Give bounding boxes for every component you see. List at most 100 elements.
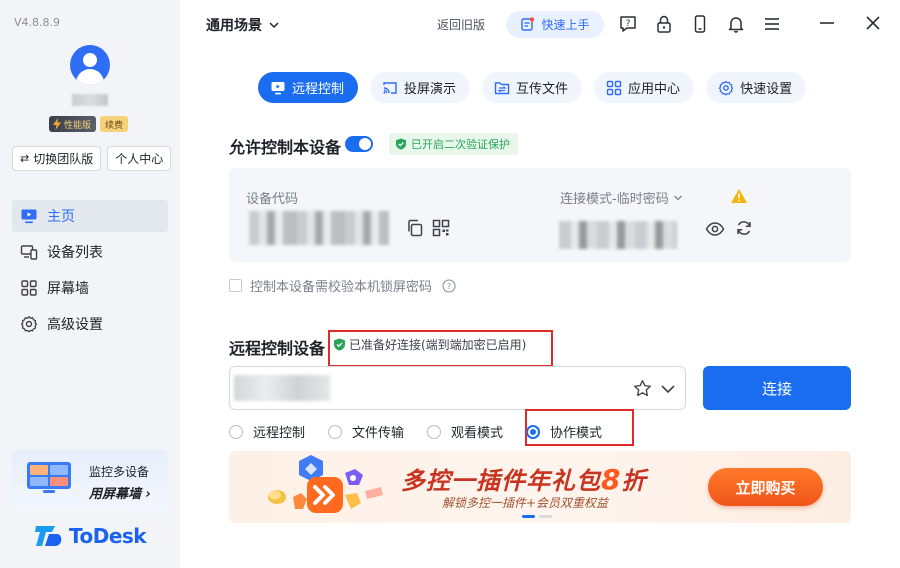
warning-icon[interactable] [730,188,748,204]
personal-center-button[interactable]: 个人中心 [107,146,172,171]
mobile-button[interactable] [689,13,711,35]
radio-dot[interactable] [427,424,442,439]
sidebar-item-devices[interactable]: 设备列表 [12,236,168,268]
svg-text:?: ? [447,282,451,291]
promo-banner[interactable]: 多控一插件年礼包8折 解锁多控一插件+会员双重权益 立即购买 [229,451,851,523]
performance-badge[interactable]: 性能版 [49,116,97,132]
connection-mode-dropdown[interactable]: 连接模式-临时密码 [560,188,683,207]
star-icon[interactable] [633,379,652,398]
avatar[interactable] [70,45,110,85]
menu-button[interactable] [761,13,783,35]
switch-team-button[interactable]: ⇄ 切换团队版 [12,146,102,171]
tab-quick-settings[interactable]: 快速设置 [706,72,807,103]
sidebar-item-label: 屏幕墙 [47,281,89,297]
tab-label: 应用中心 [628,82,681,97]
sidebar-item-label: 高级设置 [47,317,103,333]
username-blurred [72,94,108,106]
sidebar-item-advanced-settings[interactable]: 高级设置 [12,308,168,340]
remote-monitor-icon [271,81,285,94]
screen-wall-monitor-icon [27,462,71,493]
todesk-logo-icon [35,526,62,546]
cast-icon [383,81,397,94]
highlight-box-status [328,330,553,367]
radio-label: 文件传输 [352,426,405,441]
refresh-icon[interactable] [735,219,753,237]
tab-label: 远程控制 [292,82,345,97]
radio-dot[interactable] [229,424,243,439]
two-factor-badge: 已开启二次验证保护 [389,133,518,155]
grid-icon [21,280,37,296]
buy-now-button[interactable]: 立即购买 [708,468,823,506]
minimize-icon[interactable] [817,13,837,33]
bolt-icon [53,118,61,130]
switch-icon: ⇄ [20,152,30,165]
sidebar-item-label: 主页 [47,209,75,225]
window-controls [817,13,883,33]
back-to-old-version-link[interactable]: 返回旧版 [437,16,485,33]
allow-control-toggle[interactable] [345,136,373,152]
sidebar-item-home[interactable]: 主页 [12,200,168,232]
folder-transfer-icon [494,81,510,94]
lock-button[interactable] [653,13,675,35]
device-code-label: 设备代码 [246,192,299,207]
promo-line1: 监控多设备 [89,465,150,479]
tab-app-center[interactable]: 应用中心 [594,72,695,103]
close-icon[interactable] [863,13,883,33]
tab-screen-cast[interactable]: 投屏演示 [370,72,471,103]
device-code-blurred [249,211,389,245]
lock-screen-password-label: 控制本设备需校验本机锁屏密码 [250,280,433,295]
device-info-card: 设备代码 连接模式-临时密码 [229,168,851,262]
bell-icon [728,17,744,33]
radio-file-transfer[interactable]: 文件传输 [328,422,404,441]
chevron-right-icon: › [145,487,151,502]
switch-team-label: 切换团队版 [33,152,94,166]
scene-label: 通用场景 [206,18,262,34]
gear-icon [20,316,38,333]
version-label: V4.8.8.9 [14,16,61,29]
monitor-icon [21,209,37,224]
banner-dot[interactable] [539,515,552,518]
feature-tabs: 远程控制 投屏演示 互传文件 应用中心 快速设置 [258,72,818,103]
mobile-phone-icon [694,15,706,33]
screen-wall-promo[interactable]: 监控多设备 用屏幕墙 › [12,450,168,512]
sidebar-item-screen-wall[interactable]: 屏幕墙 [12,272,168,304]
shield-check-icon [396,138,406,150]
notification-button[interactable] [725,13,747,35]
badges: 性能版 续费 [49,116,129,132]
lock-icon [657,15,671,33]
banner-title: 多控一插件年礼包8折 [401,463,647,496]
radio-watch-mode[interactable]: 观看模式 [427,422,503,441]
banner-dot[interactable] [522,515,535,518]
radio-dot[interactable] [328,424,343,439]
guide-book-icon [521,17,535,31]
renew-badge[interactable]: 续费 [100,116,129,132]
tab-file-transfer[interactable]: 互传文件 [482,72,583,103]
checkbox-box[interactable] [229,279,242,292]
lock-screen-password-checkbox[interactable]: 控制本设备需校验本机锁屏密码 ? [229,276,456,295]
scene-selector[interactable]: 通用场景 [206,15,280,35]
sidebar-nav: 主页 设备列表 屏幕墙 高级设置 [12,200,168,344]
topbar: 通用场景 返回旧版 快速上手 ? [180,0,900,48]
eye-icon[interactable] [705,220,725,238]
quick-start-button[interactable]: 快速上手 [506,11,604,38]
help-circle-icon[interactable]: ? [442,278,456,293]
chevron-down-icon[interactable] [660,381,676,397]
todesk-logo: ToDesk [35,524,147,548]
quick-start-label: 快速上手 [541,18,590,32]
banner-pagination [522,515,552,518]
hamburger-menu-icon [765,18,779,30]
device-code-input[interactable] [229,366,686,410]
radio-remote-control[interactable]: 远程控制 [229,422,305,441]
settings-gear-icon [718,80,734,95]
help-button[interactable]: ? [617,13,639,35]
temp-password-blurred [559,221,677,249]
connect-button[interactable]: 连接 [703,366,851,410]
tab-remote-control[interactable]: 远程控制 [258,72,359,103]
radio-label: 观看模式 [451,426,504,441]
copy-icon[interactable] [406,219,424,237]
logo-text: ToDesk [69,524,147,548]
chevron-down-icon [673,195,682,200]
allow-control-title: 允许控制本设备 [229,138,342,157]
qr-code-icon[interactable] [432,219,450,237]
tab-label: 互传文件 [516,82,569,97]
